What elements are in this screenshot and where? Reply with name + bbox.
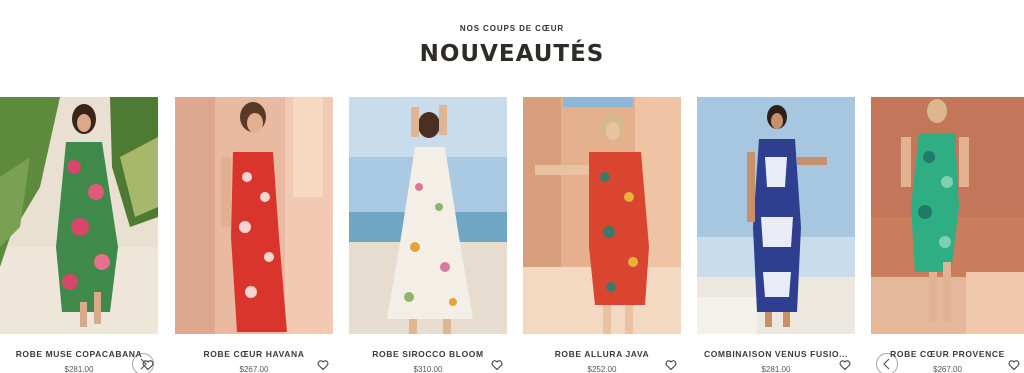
heart-icon[interactable] bbox=[839, 359, 851, 371]
product-card[interactable]: ROBE CŒUR PROVENCE $267.00 bbox=[871, 97, 1024, 373]
product-card[interactable]: ROBE MUSE COPACABANA $281.00 bbox=[0, 97, 158, 373]
product-card[interactable]: ROBE CŒUR HAVANA $267.00 bbox=[175, 97, 333, 373]
section-title: NOUVEAUTÉS bbox=[419, 41, 605, 67]
product-price: $310.00 bbox=[413, 365, 443, 373]
product-price: $252.00 bbox=[587, 365, 617, 373]
product-image[interactable] bbox=[697, 97, 855, 334]
chevron-right-icon bbox=[140, 358, 147, 370]
product-name[interactable]: ROBE SIROCCO BLOOM bbox=[349, 349, 507, 359]
product-image[interactable] bbox=[871, 97, 1024, 334]
product-image[interactable] bbox=[175, 97, 333, 334]
product-card[interactable]: ROBE ALLURA JAVA $252.00 bbox=[523, 97, 681, 373]
heart-icon[interactable] bbox=[665, 359, 677, 371]
carousel-next-button[interactable] bbox=[132, 353, 154, 373]
product-name[interactable]: ROBE ALLURA JAVA bbox=[523, 349, 681, 359]
heart-icon[interactable] bbox=[1008, 359, 1020, 371]
product-card[interactable]: ROBE SIROCCO BLOOM $310.00 bbox=[349, 97, 507, 373]
product-price: $281.00 bbox=[761, 365, 791, 373]
product-card[interactable]: COMBINAISON VENUS FUSIO... $281.00 bbox=[697, 97, 855, 373]
heart-icon[interactable] bbox=[317, 359, 329, 371]
carousel-prev-button[interactable] bbox=[876, 353, 898, 373]
product-name[interactable]: COMBINAISON VENUS FUSIO... bbox=[697, 349, 855, 359]
product-image[interactable] bbox=[523, 97, 681, 334]
heart-icon[interactable] bbox=[491, 359, 503, 371]
product-image[interactable] bbox=[349, 97, 507, 334]
chevron-left-icon bbox=[883, 358, 890, 370]
product-price: $267.00 bbox=[239, 365, 269, 373]
section-eyebrow: NOS COUPS DE CŒUR bbox=[459, 24, 565, 33]
product-name[interactable]: ROBE CŒUR HAVANA bbox=[175, 349, 333, 359]
product-carousel: ROBE MUSE COPACABANA $281.00 ROBE CŒUR H… bbox=[0, 97, 1024, 373]
product-image[interactable] bbox=[0, 97, 158, 334]
